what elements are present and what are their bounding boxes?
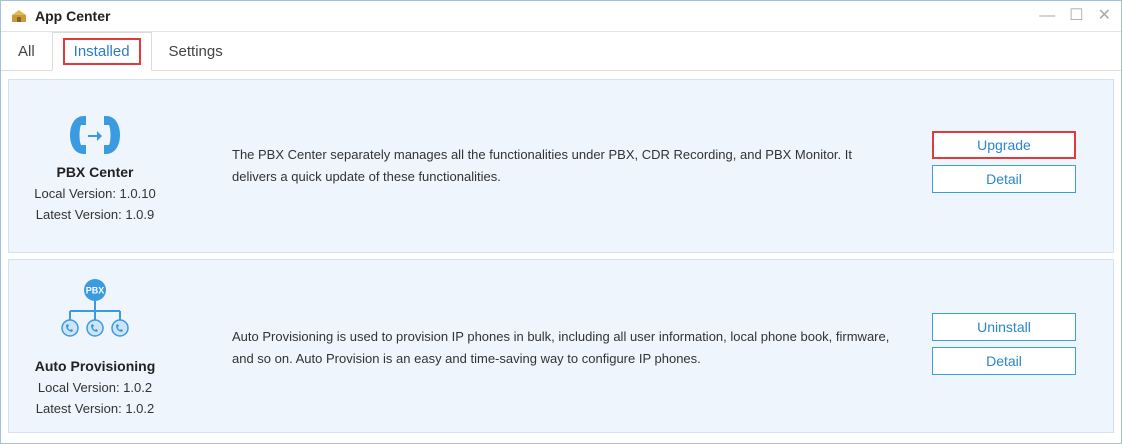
tab-all-label: All	[18, 43, 35, 60]
window-controls: — ☐ ✕	[1039, 8, 1111, 24]
phone-transfer-icon	[70, 116, 120, 154]
tab-settings-label: Settings	[168, 43, 223, 60]
tab-all[interactable]: All	[1, 33, 52, 70]
tab-settings[interactable]: Settings	[152, 33, 240, 70]
maximize-button[interactable]: ☐	[1069, 8, 1083, 24]
pbx-icon-label: PBX	[86, 286, 105, 296]
latest-version: Latest Version: 1.0.2	[35, 401, 155, 416]
upgrade-button[interactable]: Upgrade	[932, 131, 1076, 159]
app-center-icon	[12, 10, 26, 22]
title-bar: App Center — ☐ ✕	[1, 1, 1121, 32]
tab-installed-label: Installed	[62, 38, 141, 65]
detail-button[interactable]: Detail	[932, 347, 1076, 375]
local-version: Local Version: 1.0.2	[37, 380, 153, 395]
app-card-pbx-center: PBX Center Local Version: 1.0.10 Latest …	[8, 79, 1114, 253]
app-info: PBX Center Local Version: 1.0.10 Latest …	[9, 80, 181, 252]
app-actions: Uninstall Detail	[932, 313, 1076, 381]
window-title: App Center	[35, 8, 111, 24]
app-description: The PBX Center separately manages all th…	[232, 147, 852, 184]
app-card-auto-provisioning: PBX Auto Provisioning Local Version: 1.0…	[8, 259, 1114, 433]
detail-button[interactable]: Detail	[932, 165, 1076, 193]
app-list: PBX Center Local Version: 1.0.10 Latest …	[1, 71, 1121, 433]
app-name: Auto Provisioning	[34, 358, 156, 374]
app-actions: Upgrade Detail	[932, 131, 1076, 199]
app-center-window: App Center — ☐ ✕ All Installed Settings	[0, 0, 1122, 444]
tab-installed[interactable]: Installed	[51, 32, 152, 71]
tab-bar: All Installed Settings	[1, 32, 1121, 71]
app-description: Auto Provisioning is used to provision I…	[232, 329, 890, 366]
app-info: PBX Auto Provisioning Local Version: 1.0…	[9, 260, 181, 432]
latest-version: Latest Version: 1.0.9	[35, 207, 155, 222]
uninstall-button[interactable]: Uninstall	[932, 313, 1076, 341]
local-version: Local Version: 1.0.10	[34, 186, 156, 201]
close-button[interactable]: ✕	[1098, 8, 1111, 24]
app-name: PBX Center	[56, 164, 134, 180]
pbx-network-icon: PBX	[61, 279, 129, 337]
minimize-button[interactable]: —	[1039, 8, 1055, 24]
